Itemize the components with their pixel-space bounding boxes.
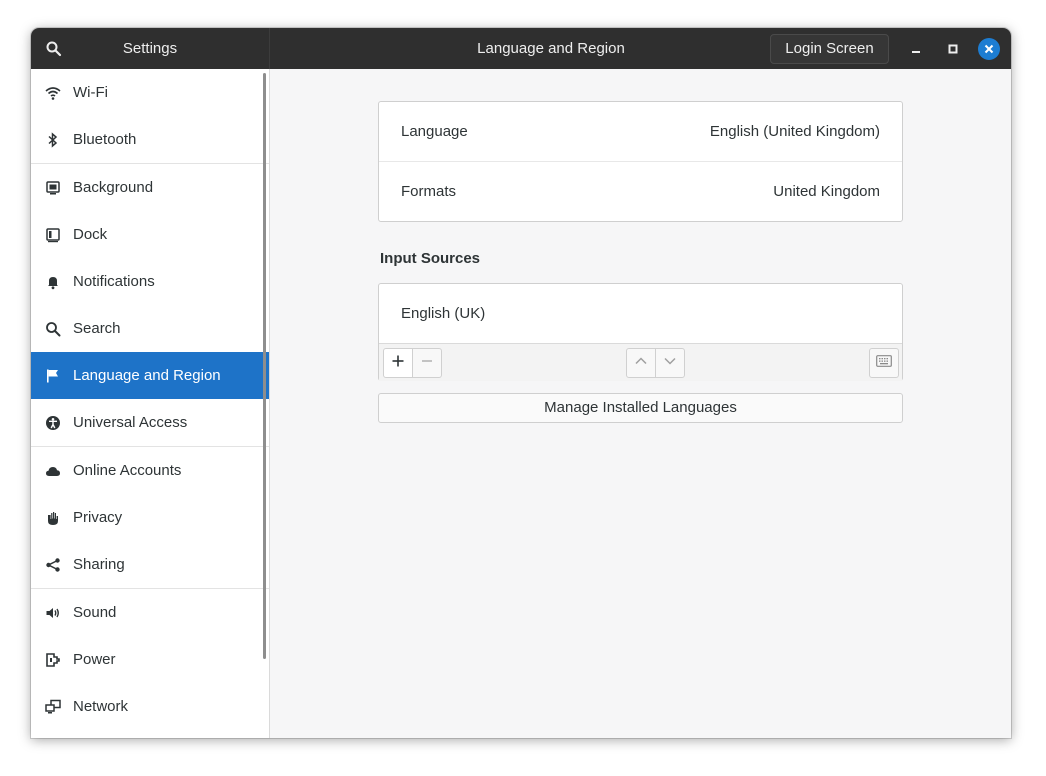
language-row[interactable]: Language English (United Kingdom) — [379, 102, 902, 161]
remove-input-source-button[interactable] — [412, 348, 442, 378]
sidebar-item-label: Bluetooth — [73, 131, 137, 148]
sidebar-item-language-and-region[interactable]: Language and Region — [31, 352, 269, 399]
minimize-icon[interactable] — [905, 38, 927, 60]
hand-icon — [45, 510, 61, 526]
sidebar-item-label: Network — [73, 698, 129, 715]
sidebar-item-label: Online Accounts — [73, 462, 182, 479]
language-formats-card: Language English (United Kingdom) Format… — [378, 101, 903, 222]
power-plug-icon — [45, 652, 61, 668]
login-screen-button[interactable]: Login Screen — [770, 34, 889, 64]
manage-installed-languages-button[interactable]: Manage Installed Languages — [378, 393, 903, 423]
sidebar-item-label: Background — [73, 179, 154, 196]
sidebar-item-label: Power — [73, 651, 116, 668]
bluetooth-icon — [45, 131, 61, 148]
share-icon — [45, 557, 61, 573]
keyboard-icon — [876, 354, 892, 372]
sidebar-item-privacy[interactable]: Privacy — [31, 494, 269, 541]
flag-icon — [45, 368, 61, 384]
settings-window: Settings Language and Region Login Scree… — [31, 28, 1011, 738]
sidebar: Wi-Fi Bluetooth Background Dock Notifica… — [31, 69, 270, 738]
sidebar-item-sound[interactable]: Sound — [31, 589, 269, 636]
language-label: Language — [401, 123, 468, 140]
input-source-row[interactable]: English (UK) — [379, 284, 902, 343]
language-value: English (United Kingdom) — [709, 123, 880, 140]
chevron-up-icon — [634, 354, 648, 373]
search-icon — [45, 321, 61, 337]
formats-row[interactable]: Formats United Kingdom — [379, 162, 902, 221]
close-icon[interactable] — [978, 38, 1000, 60]
move-up-button[interactable] — [626, 348, 656, 378]
input-sources-toolbar — [379, 343, 902, 381]
sidebar-item-power[interactable]: Power — [31, 636, 269, 683]
sidebar-item-universal-access[interactable]: Universal Access — [31, 399, 269, 446]
plus-icon — [392, 354, 404, 372]
chevron-down-icon — [663, 354, 677, 373]
sidebar-item-bluetooth[interactable]: Bluetooth — [31, 116, 269, 163]
sidebar-item-online-accounts[interactable]: Online Accounts — [31, 447, 269, 494]
sidebar-item-search[interactable]: Search — [31, 305, 269, 352]
sidebar-item-label: Universal Access — [73, 414, 188, 431]
sidebar-scrollbar[interactable] — [263, 73, 266, 659]
page-title: Language and Region — [477, 40, 625, 57]
sidebar-item-wifi[interactable]: Wi-Fi — [31, 69, 269, 116]
input-sources-card: English (UK) — [378, 283, 903, 381]
main-content: Language English (United Kingdom) Format… — [270, 69, 1011, 738]
sidebar-item-sharing[interactable]: Sharing — [31, 541, 269, 588]
sidebar-item-label: Search — [73, 320, 121, 337]
bell-icon — [45, 274, 61, 290]
sidebar-item-label: Sound — [73, 604, 117, 621]
sidebar-item-notifications[interactable]: Notifications — [31, 258, 269, 305]
add-input-source-button[interactable] — [383, 348, 413, 378]
sidebar-item-dock[interactable]: Dock — [31, 211, 269, 258]
input-sources-heading: Input Sources — [380, 250, 481, 267]
sidebar-item-background[interactable]: Background — [31, 164, 269, 211]
accessibility-icon — [45, 415, 61, 431]
wifi-icon — [45, 85, 61, 101]
sidebar-item-label: Language and Region — [73, 367, 221, 384]
background-icon — [45, 180, 61, 196]
cloud-icon — [45, 463, 61, 479]
headerbar: Settings Language and Region Login Scree… — [31, 28, 1011, 69]
sidebar-item-network[interactable]: Network — [31, 683, 269, 730]
dock-icon — [45, 227, 61, 243]
speaker-icon — [45, 605, 61, 621]
headerbar-sidebar-section: Settings — [31, 28, 270, 69]
sidebar-item-label: Dock — [73, 226, 108, 243]
maximize-icon[interactable] — [942, 38, 964, 60]
network-icon — [45, 699, 61, 715]
formats-value: United Kingdom — [773, 183, 880, 200]
search-icon[interactable] — [45, 40, 63, 58]
minus-icon — [421, 354, 433, 372]
keyboard-layout-button[interactable] — [869, 348, 899, 378]
formats-label: Formats — [401, 183, 457, 200]
sidebar-item-label: Sharing — [73, 556, 125, 573]
sidebar-item-label: Wi-Fi — [73, 84, 108, 101]
app-title: Settings — [122, 40, 178, 57]
input-source-label: English (UK) — [401, 305, 486, 322]
sidebar-item-label: Privacy — [73, 509, 123, 526]
move-down-button[interactable] — [655, 348, 685, 378]
sidebar-item-label: Notifications — [73, 273, 155, 290]
